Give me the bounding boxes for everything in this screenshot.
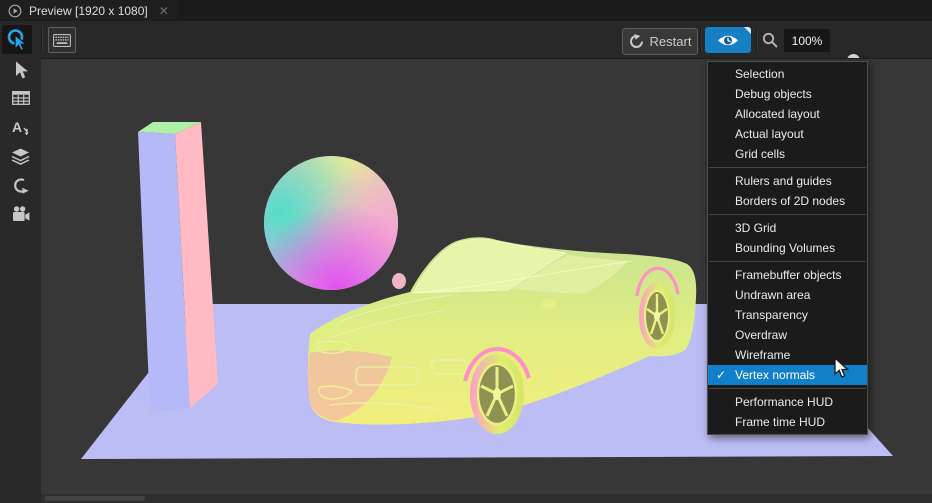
sidebar-item-layers[interactable]	[0, 144, 41, 168]
visualization-dropdown-button[interactable]	[705, 27, 751, 53]
preview-window: Preview [1920 x 1080] ✕	[0, 0, 932, 503]
menu-item-3d-grid[interactable]: 3D Grid	[708, 218, 867, 238]
zoom-level-field[interactable]: 100%	[784, 29, 830, 52]
menu-item-selection[interactable]: Selection	[708, 64, 867, 84]
horizontal-scrollbar[interactable]	[41, 494, 932, 503]
pick-item-icon	[6, 28, 28, 52]
menu-item-bounding-volumes[interactable]: Bounding Volumes	[708, 238, 867, 258]
menu-item-actual-layout[interactable]: Actual layout	[708, 124, 867, 144]
menu-item-undrawn-area[interactable]: Undrawn area	[708, 285, 867, 305]
menu-separator	[709, 167, 866, 168]
car-mirror	[392, 273, 406, 289]
table-icon	[12, 91, 30, 105]
zoom-level-value: 100%	[792, 34, 823, 48]
checkmark-icon: ✓	[716, 365, 726, 385]
cursor-arrow-icon	[12, 61, 29, 80]
magnifier-icon	[762, 32, 779, 49]
restart-label: Restart	[650, 34, 692, 49]
menu-item-overdraw[interactable]: Overdraw	[708, 325, 867, 345]
menu-item-framebuffer-objects[interactable]: Framebuffer objects	[708, 265, 867, 285]
keyboard-icon	[53, 34, 71, 47]
sphere	[264, 156, 398, 290]
menu-separator	[709, 214, 866, 215]
layers-icon	[11, 148, 30, 165]
font-metrics-icon: A	[12, 119, 30, 136]
pick-item-tool-button[interactable]	[2, 25, 32, 54]
menu-item-borders-of-2d-nodes[interactable]: Borders of 2D nodes	[708, 191, 867, 211]
menu-item-vertex-normals-label: Vertex normals	[735, 368, 815, 382]
restart-button[interactable]: Restart	[622, 28, 698, 55]
tool-sidebar: A	[0, 58, 41, 503]
keyboard-button[interactable]	[48, 27, 76, 53]
menu-item-performance-hud[interactable]: Performance HUD	[708, 392, 867, 412]
connections-icon	[12, 177, 29, 194]
toolbar-separator	[700, 27, 702, 52]
svg-text:A: A	[12, 119, 22, 135]
sidebar-item-cursor[interactable]	[0, 58, 41, 82]
tab-close-icon[interactable]: ✕	[159, 4, 169, 18]
toolbar-separator	[756, 27, 758, 52]
menu-separator	[709, 261, 866, 262]
play-circle-icon	[8, 4, 22, 18]
mouse-cursor	[834, 357, 851, 379]
sidebar-item-camera[interactable]	[0, 202, 41, 226]
sidebar-item-connections[interactable]	[0, 173, 41, 197]
menu-item-frame-time-hud[interactable]: Frame time HUD	[708, 412, 867, 432]
dropdown-corner-indicator	[744, 27, 751, 34]
toolbar-separator	[41, 27, 43, 52]
sidebar-item-font-metrics[interactable]: A	[0, 115, 41, 139]
eye-icon	[717, 33, 739, 48]
menu-item-debug-objects[interactable]: Debug objects	[708, 84, 867, 104]
menu-separator	[709, 388, 866, 389]
toolbar: Restart 100%	[0, 21, 932, 58]
car-front-wheel	[470, 354, 524, 434]
sidebar-item-table-view[interactable]	[0, 86, 41, 110]
tall-box	[138, 122, 218, 412]
camera-icon	[12, 206, 30, 222]
horizontal-scrollbar-thumb[interactable]	[45, 496, 145, 501]
tab-preview[interactable]: Preview [1920 x 1080] ✕	[0, 0, 177, 21]
tab-title: Preview [1920 x 1080]	[29, 4, 148, 18]
menu-item-transparency[interactable]: Transparency	[708, 305, 867, 325]
menu-item-grid-cells[interactable]: Grid cells	[708, 144, 867, 164]
car-rear-wheel	[639, 283, 675, 349]
tab-bar: Preview [1920 x 1080] ✕	[0, 0, 932, 21]
restart-icon	[629, 34, 644, 49]
menu-item-allocated-layout[interactable]: Allocated layout	[708, 104, 867, 124]
menu-item-rulers-and-guides[interactable]: Rulers and guides	[708, 171, 867, 191]
